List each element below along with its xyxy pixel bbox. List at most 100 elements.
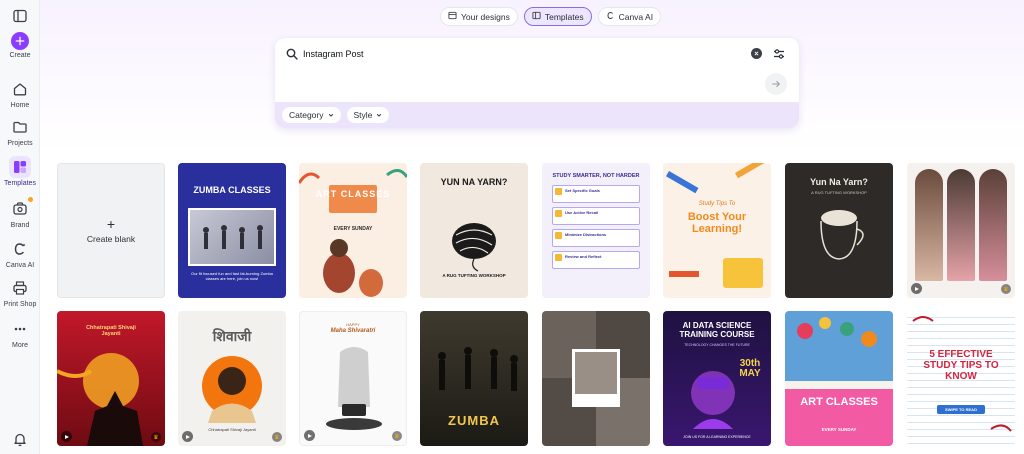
bullet <box>555 254 562 261</box>
create-blank-card[interactable]: + Create blank <box>57 163 165 298</box>
notifications-button[interactable] <box>0 428 40 450</box>
mug-illustration <box>820 210 864 260</box>
template-icon <box>532 11 541 22</box>
template-card[interactable]: AI DATA SCIENCE TRAINING COURSE TECHNOLO… <box>663 311 771 446</box>
swipe-label: SWIPE TO READ <box>937 405 985 414</box>
create-blank-label: Create blank <box>86 234 136 244</box>
tab-canva-ai[interactable]: Canva AI <box>597 7 662 26</box>
search-icon <box>286 48 298 60</box>
template-card[interactable]: ART CLASSES EVERY SUNDAY <box>785 311 893 446</box>
tab-label: Templates <box>544 11 584 22</box>
bullet <box>555 210 562 217</box>
template-card[interactable] <box>542 311 650 446</box>
sidebar-toggle-button[interactable] <box>0 5 40 27</box>
sidebar-item-projects[interactable]: Projects <box>0 116 40 147</box>
list-item: Review and Reflect <box>552 251 640 269</box>
play-icon <box>182 431 193 442</box>
template-card[interactable]: ZUMBA CLASSES Our fit focused fun and fa… <box>178 163 286 298</box>
template-photo <box>575 352 617 394</box>
polaroid <box>572 349 620 407</box>
sidebar-item-label: Home <box>10 102 30 109</box>
tab-templates[interactable]: Templates <box>523 7 592 26</box>
tab-your-designs[interactable]: Your designs <box>440 7 518 26</box>
sidebar-item-label: Templates <box>4 180 36 187</box>
template-text: Chhatrapati Shivaji Jayanti <box>208 427 256 432</box>
crown-icon: ♛ <box>151 432 161 442</box>
filter-bar: Category Style <box>275 102 799 128</box>
submit-search-button[interactable] <box>765 73 787 95</box>
template-text: A RUG TUFTING WORKSHOP <box>442 273 506 278</box>
sidebar-item-more[interactable]: More <box>0 318 40 349</box>
sidebar-item-label: Brand <box>10 222 30 229</box>
templates-icon <box>9 156 31 178</box>
chip-label: Category <box>289 110 324 120</box>
event-date: 30th MAY <box>739 358 761 379</box>
left-sidebar: Create Home Projects Templates Brand Can… <box>0 0 40 454</box>
sidebar-item-brand[interactable]: Brand <box>0 197 40 229</box>
style-filter-dropdown[interactable]: Style <box>346 107 390 123</box>
template-photo <box>979 169 1007 281</box>
search-panel: Category Style <box>275 38 799 128</box>
tips-list: Set Specific Goals Use Active Recall Min… <box>552 185 640 269</box>
brand-badge <box>28 197 33 202</box>
sidebar-item-create[interactable]: Create <box>0 32 40 59</box>
chip-label: Style <box>353 110 373 120</box>
sidebar-item-home[interactable]: Home <box>0 78 40 109</box>
template-card[interactable]: शिवाजी Chhatrapati Shivaji Jayanti ♛ <box>178 311 286 446</box>
template-photo <box>915 169 943 281</box>
home-icon <box>9 78 31 100</box>
template-card[interactable]: Chhatrapati Shivaji Jayanti ♛ <box>57 311 165 446</box>
template-photo <box>188 208 276 266</box>
template-card[interactable]: ♛ <box>907 163 1015 298</box>
design-icon <box>448 11 457 22</box>
main-content: Your designs Templates Canva AI Category… <box>40 0 1024 454</box>
tab-label: Canva AI <box>618 11 654 22</box>
sidebar-item-label: Canva AI <box>5 262 35 269</box>
template-card[interactable]: HAPPY Maha Shivaratri ♛ <box>299 311 407 446</box>
chevron-down-icon <box>328 113 333 117</box>
template-title: Boost Your Learning! <box>687 211 747 235</box>
template-photo <box>947 169 975 281</box>
template-card[interactable]: STUDY SMARTER, NOT HARDER Set Specific G… <box>542 163 650 298</box>
folder-icon <box>9 116 31 138</box>
template-card[interactable]: 5 EFFECTIVE STUDY TIPS TO KNOW SWIPE TO … <box>907 311 1015 446</box>
play-icon <box>911 283 922 294</box>
template-title: Chhatrapati Shivaji Jayanti <box>86 325 136 337</box>
tab-label: Your designs <box>461 11 510 22</box>
template-card[interactable]: ART CLASSES EVERY SUNDAY <box>299 163 407 298</box>
category-filter-dropdown[interactable]: Category <box>282 107 341 123</box>
template-text: Our fit focused fun and fast fat-burning… <box>191 271 273 281</box>
list-item: Set Specific Goals <box>552 185 640 203</box>
template-card[interactable]: Study Tips To Boost Your Learning! <box>663 163 771 298</box>
template-title: ART CLASSES <box>315 189 391 199</box>
brand-icon <box>9 197 33 220</box>
sidebar-item-templates[interactable]: Templates <box>0 156 40 187</box>
sidebar-item-print-shop[interactable]: Print Shop <box>0 277 40 308</box>
filter-settings-icon[interactable] <box>772 47 786 61</box>
crown-icon: ♛ <box>1001 284 1011 294</box>
plus-icon <box>11 32 29 50</box>
chevron-down-icon <box>377 113 382 117</box>
template-card[interactable]: Yun Na Yarn? A RUG TUFTING WORKSHOP <box>785 163 893 298</box>
sidebar-item-label: Create <box>9 52 31 59</box>
design-tabs: Your designs Templates Canva AI <box>440 7 662 26</box>
clear-search-button[interactable] <box>751 48 762 59</box>
list-item: Use Active Recall <box>552 207 640 225</box>
panel-toggle-icon <box>9 5 31 27</box>
template-text: JOIN US FOR A LEARNING EXPERIENCE <box>683 435 751 439</box>
template-card[interactable]: ZUMBA <box>420 311 528 446</box>
bullet <box>555 188 562 195</box>
template-card[interactable]: YUN NA YARN? A RUG TUFTING WORKSHOP <box>420 163 528 298</box>
arrow-right-icon <box>772 80 780 88</box>
search-input[interactable] <box>303 47 723 61</box>
template-text: Study Tips To <box>698 201 736 207</box>
plus-icon: + <box>106 216 116 232</box>
canva-ai-icon <box>9 238 31 260</box>
template-title: 5 EFFECTIVE STUDY TIPS TO KNOW <box>923 349 999 382</box>
bullet <box>555 232 562 239</box>
shiva-illustration <box>326 347 382 430</box>
template-title: ZUMBA CLASSES <box>193 185 271 195</box>
sidebar-item-canva-ai[interactable]: Canva AI <box>0 238 40 269</box>
play-icon <box>61 431 72 442</box>
sidebar-item-label: Projects <box>7 140 33 147</box>
